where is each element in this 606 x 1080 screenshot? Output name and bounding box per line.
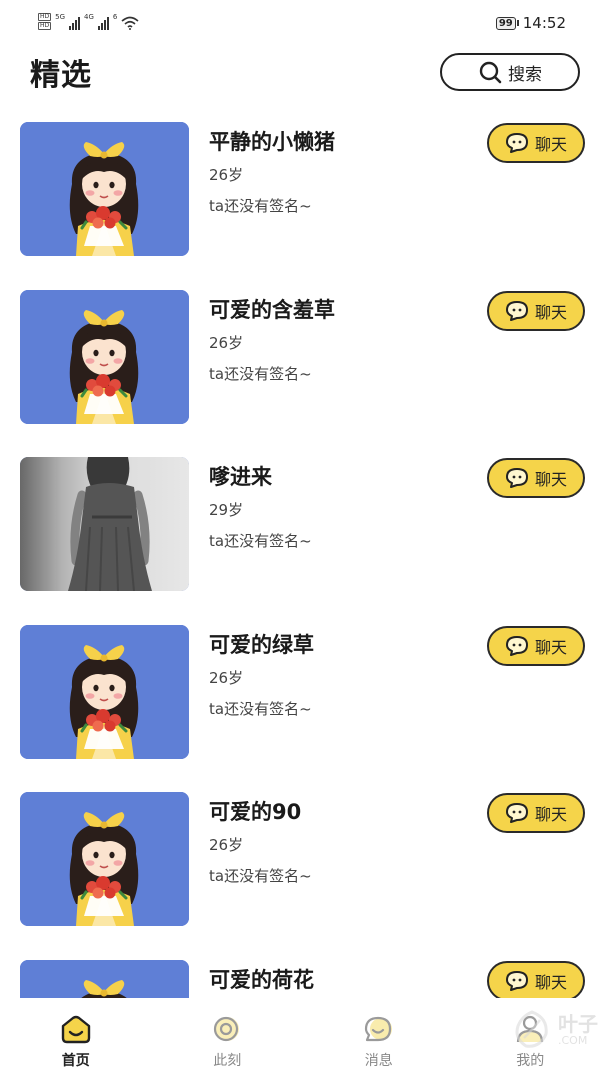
user-name: 可爱的90 <box>209 800 302 824</box>
status-left: HD HD 5G 4G 6 <box>38 13 139 30</box>
user-age: 26岁 <box>209 836 244 854</box>
user-name: 平静的小懒猪 <box>209 130 335 154</box>
search-icon <box>479 61 502 84</box>
user-signature: ta还没有签名~ <box>209 699 312 718</box>
network-4g-label: 4G <box>84 13 94 21</box>
avatar[interactable] <box>20 289 189 424</box>
page-title: 精选 <box>30 58 92 93</box>
avatar[interactable] <box>20 959 189 998</box>
chat-button[interactable]: 聊天 <box>487 123 585 163</box>
hd-badges: HD HD <box>38 13 52 30</box>
list-item[interactable]: 可爱的绿草 26岁 ta还没有签名~ 聊天 <box>0 624 606 761</box>
network-5g-label: 5G <box>55 13 66 21</box>
profile-icon <box>517 1015 544 1043</box>
chat-button[interactable]: 聊天 <box>487 960 585 998</box>
clock: 14:52 <box>522 14 566 32</box>
status-bar: HD HD 5G 4G 6 99 14:52 <box>0 0 606 46</box>
user-signature: ta还没有签名~ <box>209 364 312 383</box>
chat-bubble-icon <box>505 300 528 321</box>
chat-button-label: 聊天 <box>534 805 567 824</box>
message-icon <box>364 1016 392 1042</box>
user-age: 26岁 <box>209 333 244 352</box>
chat-button-label: 聊天 <box>534 470 567 489</box>
wifi-icon <box>121 16 139 30</box>
chat-button-label: 聊天 <box>534 135 567 154</box>
user-signature: ta还没有签名~ <box>209 197 312 215</box>
battery-icon: 99 <box>495 16 519 30</box>
chat-button[interactable]: 聊天 <box>487 290 585 331</box>
user-name: 可爱的绿草 <box>209 632 314 657</box>
hd-badge-1: HD <box>38 13 52 21</box>
list-item[interactable]: 平静的小懒猪 26岁 ta还没有签名~ 聊天 <box>0 122 606 258</box>
nav-label-home: 首页 <box>61 1053 90 1069</box>
home-icon <box>61 1015 90 1044</box>
list-item[interactable]: 嗲进来 29岁 ta还没有签名~ 聊天 <box>0 457 606 593</box>
user-age: 26岁 <box>209 166 244 184</box>
user-signature: ta还没有签名~ <box>209 867 312 885</box>
chat-bubble-icon <box>505 468 528 488</box>
avatar[interactable] <box>20 792 189 926</box>
chat-bubble-icon <box>505 803 528 823</box>
nav-label-message: 消息 <box>364 1053 393 1069</box>
chat-bubble-icon <box>505 635 528 656</box>
chat-button-label: 聊天 <box>534 302 567 322</box>
wifi-label: 6 <box>112 13 118 21</box>
bottom-nav: 首页 此刻 消息 我的 <box>0 998 606 1080</box>
chat-button-label: 聊天 <box>534 972 567 992</box>
list-item[interactable]: 可爱的荷花 聊天 <box>0 959 606 998</box>
avatar[interactable] <box>20 457 189 591</box>
moment-icon <box>214 1016 240 1042</box>
nav-item-message[interactable]: 消息 <box>303 998 455 1080</box>
status-right: 99 14:52 <box>495 14 566 32</box>
chat-bubble-icon <box>505 133 528 153</box>
search-label: 搜索 <box>508 64 542 85</box>
user-name: 可爱的含羞草 <box>209 297 335 322</box>
user-signature: ta还没有签名~ <box>209 532 312 550</box>
chat-button[interactable]: 聊天 <box>487 458 585 498</box>
search-button[interactable]: 搜索 <box>440 53 580 91</box>
nav-item-profile[interactable]: 我的 <box>455 998 606 1080</box>
user-list[interactable]: 平静的小懒猪 26岁 ta还没有签名~ 聊天 可爱的含羞草 26岁 ta还没有签… <box>0 122 606 998</box>
nav-item-home[interactable]: 首页 <box>0 998 152 1080</box>
user-age: 29岁 <box>209 501 244 519</box>
user-age: 26岁 <box>209 668 244 687</box>
nav-item-moment[interactable]: 此刻 <box>152 998 304 1080</box>
list-item[interactable]: 可爱的90 26岁 ta还没有签名~ 聊天 <box>0 792 606 928</box>
user-name: 可爱的荷花 <box>209 967 314 992</box>
list-item[interactable]: 可爱的含羞草 26岁 ta还没有签名~ 聊天 <box>0 289 606 426</box>
avatar[interactable] <box>20 122 189 256</box>
chat-button[interactable]: 聊天 <box>487 625 585 666</box>
chat-button-label: 聊天 <box>534 637 567 657</box>
avatar[interactable] <box>20 624 189 759</box>
hd-badge-2: HD <box>38 22 52 30</box>
nav-label-moment: 此刻 <box>213 1053 242 1069</box>
signal-icon <box>69 16 81 30</box>
user-name: 嗲进来 <box>209 465 272 489</box>
chat-button[interactable]: 聊天 <box>487 793 585 833</box>
signal-icon <box>97 16 109 30</box>
battery-level: 99 <box>495 16 516 30</box>
chat-bubble-icon <box>505 970 528 991</box>
nav-label-profile: 我的 <box>516 1053 545 1069</box>
